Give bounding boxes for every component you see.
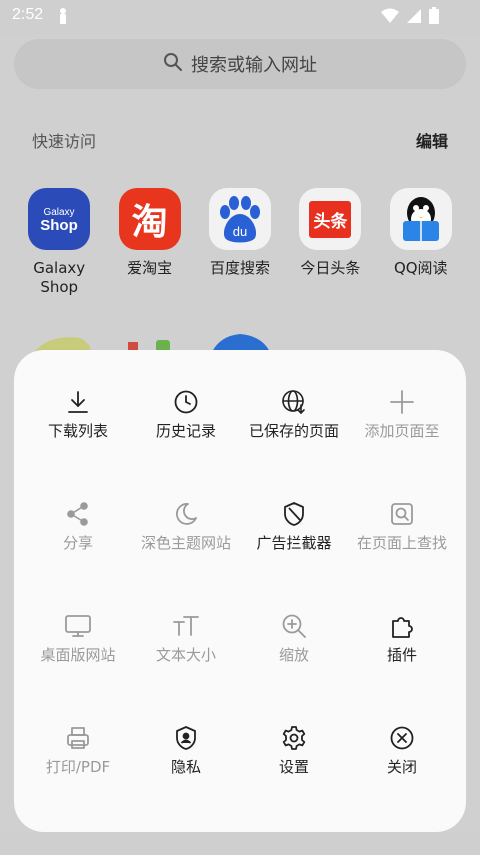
menu-label: 隐私 [170,758,201,776]
menu-history[interactable]: 历史记录 [132,388,240,500]
print-icon [64,724,92,752]
wifi-icon [380,7,400,29]
menu-settings[interactable]: 设置 [240,724,348,836]
menu-find-in-page[interactable]: 在页面上查找 [348,500,456,612]
menu-saved-pages[interactable]: 已保存的页面 [240,388,348,500]
status-bar: 2:52 [0,0,480,34]
edit-button[interactable]: 编辑 [416,128,448,152]
shortcut-row: Galaxy Shop Galaxy Shop 淘 爱淘宝 du 百度搜索 头条 … [14,188,466,297]
privacy-shield-icon [172,724,200,752]
menu-label: 缩放 [278,646,309,664]
saved-pages-globe-icon [280,388,308,416]
taobao-glyph: 淘 [131,202,168,243]
shortcut-toutiao[interactable]: 头条 今日头条 [285,188,375,297]
shortcut-label: 今日头条 [300,259,361,277]
shortcut-label: 百度搜索 [209,259,270,277]
shortcut-qq-reading[interactable]: QQ阅读 [376,188,466,297]
toutiao-icon: 头条 [299,188,362,250]
clock-icon [172,388,200,416]
search-icon [163,52,183,76]
menu-label: 下载列表 [47,422,108,440]
menu-print-pdf[interactable]: 打印/PDF [24,724,132,836]
find-in-page-icon [388,500,416,528]
menu-text-size[interactable]: 文本大小 [132,612,240,724]
shortcut-baidu[interactable]: du 百度搜索 [195,188,285,297]
text-size-icon [172,612,200,640]
menu-close[interactable]: 关闭 [348,724,456,836]
signal-icon [406,7,422,29]
shortcut-label: 爱淘宝 [127,259,173,277]
menu-label: 打印/PDF [45,758,111,776]
status-time: 2:52 [12,6,44,23]
shortcut-label: Galaxy Shop [33,259,86,296]
shortcut-galaxy-shop[interactable]: Galaxy Shop Galaxy Shop [14,188,104,297]
menu-label: 广告拦截器 [256,534,332,552]
svg-text:Shop: Shop [40,217,78,234]
shortcut-taobao[interactable]: 淘 爱淘宝 [104,188,194,297]
toutiao-text: 头条 [309,200,352,238]
svg-text:du: du [233,224,247,239]
battery-icon [428,7,440,29]
menu-share[interactable]: 分享 [24,500,132,612]
menu-label: 文本大小 [155,646,216,664]
menu-plugins[interactable]: 插件 [348,612,456,724]
menu-desktop-site[interactable]: 桌面版网站 [24,612,132,724]
menu-download-list[interactable]: 下载列表 [24,388,132,500]
menu-label: 插件 [386,646,417,664]
desktop-icon [64,612,92,640]
bottom-toolbar-peek [0,832,480,855]
shortcut-label: QQ阅读 [393,259,448,277]
menu-label: 关闭 [386,758,417,776]
search-placeholder: 搜索或输入网址 [191,55,317,76]
menu-label: 历史记录 [155,422,216,440]
moon-icon [172,500,200,528]
notification-icon [58,7,68,29]
menu-label: 添加页面至 [364,422,440,440]
search-bar[interactable]: 搜索或输入网址 [14,39,466,89]
close-circle-icon [388,724,416,752]
zoom-icon [280,612,308,640]
shortcut-row-partial [0,332,480,352]
gear-icon [280,724,308,752]
download-icon [64,388,92,416]
menu-zoom[interactable]: 缩放 [240,612,348,724]
shield-icon [280,500,308,528]
puzzle-icon [388,612,416,640]
qq-reading-icon [389,188,452,250]
menu-dark-theme-sites[interactable]: 深色主题网站 [132,500,240,612]
menu-label: 已保存的页面 [248,422,339,440]
baidu-icon: du [208,188,271,250]
share-icon [64,500,92,528]
menu-label: 在页面上查找 [356,534,447,552]
menu-label: 桌面版网站 [40,646,116,664]
menu-label: 分享 [62,534,93,552]
plus-icon [388,388,416,416]
menu-label: 深色主题网站 [140,534,231,552]
quick-access-title: 快速访问 [32,132,97,151]
menu-add-page-to[interactable]: 添加页面至 [348,388,456,500]
menu-label: 设置 [278,758,309,776]
more-menu-sheet: 下载列表 历史记录 已保存的页面 添加页面至 分享 深色主题网站 广告拦截器 在… [14,350,466,832]
menu-ad-blocker[interactable]: 广告拦截器 [240,500,348,612]
menu-privacy[interactable]: 隐私 [132,724,240,836]
taobao-icon: 淘 [118,188,181,250]
galaxy-shop-icon: Galaxy Shop [28,188,91,250]
